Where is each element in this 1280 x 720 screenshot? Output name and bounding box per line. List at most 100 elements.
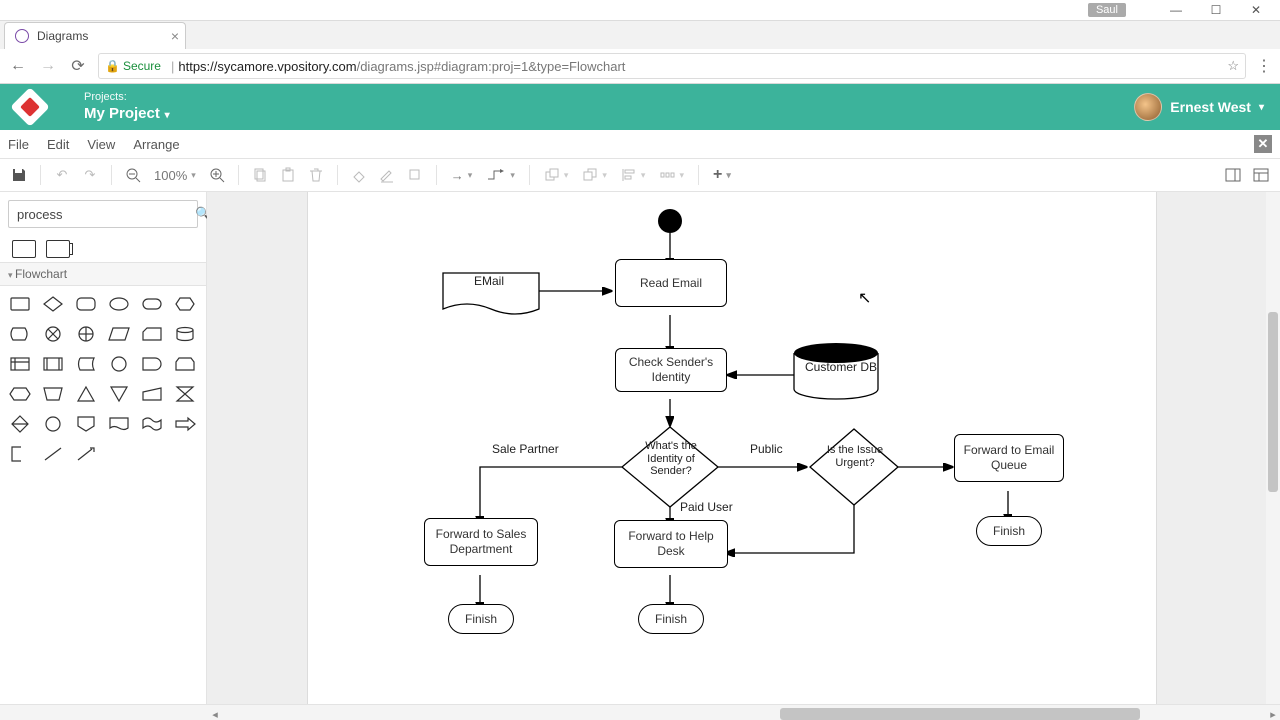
node-check-sender[interactable]: Check Sender's Identity bbox=[615, 348, 727, 392]
tab-close-icon[interactable]: × bbox=[171, 28, 179, 44]
horizontal-scrollbar[interactable]: ◂ ▸ bbox=[0, 704, 1280, 720]
nav-back-icon[interactable]: ← bbox=[8, 57, 28, 75]
waypoint-style-icon[interactable]: ▾ bbox=[482, 164, 519, 186]
chevron-down-icon: ▾ bbox=[1259, 102, 1264, 113]
category-flowchart[interactable]: Flowchart bbox=[0, 262, 206, 286]
zoom-level[interactable]: 100%▾ bbox=[150, 164, 200, 186]
shape-card[interactable] bbox=[140, 324, 164, 344]
shape-preparation[interactable] bbox=[8, 384, 32, 404]
shape-rounded[interactable] bbox=[74, 294, 98, 314]
save-icon[interactable] bbox=[8, 164, 30, 186]
shape-decision[interactable] bbox=[41, 294, 65, 314]
zoom-out-icon[interactable] bbox=[122, 164, 144, 186]
window-close-icon[interactable]: ✕ bbox=[1236, 0, 1276, 20]
shape-line[interactable] bbox=[41, 444, 65, 464]
shape-loop-limit[interactable] bbox=[173, 354, 197, 374]
shape-delay[interactable] bbox=[140, 354, 164, 374]
shape-circle[interactable] bbox=[41, 414, 65, 434]
menu-view[interactable]: View bbox=[87, 137, 115, 152]
window-maximize-icon[interactable]: ☐ bbox=[1196, 0, 1236, 20]
shadow-icon[interactable] bbox=[404, 164, 426, 186]
shape-offpage[interactable] bbox=[74, 414, 98, 434]
shape-rectangle[interactable] bbox=[8, 294, 32, 314]
user-menu[interactable]: Ernest West ▾ bbox=[1134, 93, 1264, 121]
shape-extract[interactable] bbox=[74, 384, 98, 404]
shape-hexagon[interactable] bbox=[173, 294, 197, 314]
diagram-canvas[interactable]: EMail Read Email Check Sender's Identity… bbox=[207, 192, 1280, 704]
copy-icon[interactable] bbox=[249, 164, 271, 186]
app-logo-icon[interactable] bbox=[10, 87, 50, 127]
line-color-icon[interactable] bbox=[376, 164, 398, 186]
window-minimize-icon[interactable]: — bbox=[1156, 0, 1196, 20]
node-finish-1[interactable]: Finish bbox=[448, 604, 514, 634]
to-front-icon[interactable]: ▾ bbox=[540, 164, 573, 186]
shape-manual-input[interactable] bbox=[140, 384, 164, 404]
shape-stored-data[interactable] bbox=[74, 354, 98, 374]
menu-file[interactable]: File bbox=[8, 137, 29, 152]
shape-predefined-process[interactable] bbox=[46, 240, 70, 258]
node-customer-db[interactable]: Customer DB bbox=[805, 360, 877, 374]
search-input[interactable] bbox=[15, 206, 195, 223]
shape-internal-storage[interactable] bbox=[8, 354, 32, 374]
node-urgent-decision[interactable]: Is the Issue Urgent? bbox=[824, 444, 886, 470]
url-path: /diagrams.jsp#diagram:proj=1&type=Flowch… bbox=[357, 59, 626, 74]
shape-annotation[interactable] bbox=[8, 444, 32, 464]
scroll-right-icon[interactable]: ▸ bbox=[1266, 708, 1280, 720]
chevron-down-icon: ▾ bbox=[191, 170, 196, 181]
connector-style-icon[interactable]: → ▾ bbox=[447, 164, 477, 186]
node-forward-helpdesk[interactable]: Forward to Help Desk bbox=[614, 520, 728, 568]
node-read-email[interactable]: Read Email bbox=[615, 259, 727, 307]
menu-edit[interactable]: Edit bbox=[47, 137, 69, 152]
shape-arrow[interactable] bbox=[173, 414, 197, 434]
undo-icon[interactable]: ↶ bbox=[51, 164, 73, 186]
shape-arrow-line[interactable] bbox=[74, 444, 98, 464]
url-field[interactable]: 🔒 Secure | https://sycamore.vpository.co… bbox=[98, 53, 1246, 79]
browser-tab[interactable]: Diagrams × bbox=[4, 22, 186, 49]
node-finish-2[interactable]: Finish bbox=[638, 604, 704, 634]
shape-sort[interactable] bbox=[8, 414, 32, 434]
menu-arrange[interactable]: Arrange bbox=[133, 137, 179, 152]
align-icon[interactable]: ▾ bbox=[617, 164, 650, 186]
lock-icon: 🔒 bbox=[105, 59, 120, 73]
shape-tape[interactable] bbox=[140, 414, 164, 434]
shape-merge[interactable] bbox=[107, 384, 131, 404]
insert-icon[interactable]: + ▾ bbox=[709, 164, 735, 186]
nav-reload-icon[interactable]: ⟳ bbox=[68, 56, 88, 76]
paste-icon[interactable] bbox=[277, 164, 299, 186]
node-email-doc[interactable]: EMail bbox=[474, 274, 504, 288]
fill-color-icon[interactable] bbox=[348, 164, 370, 186]
shape-terminator[interactable] bbox=[140, 294, 164, 314]
bookmark-star-icon[interactable]: ☆ bbox=[1227, 58, 1239, 74]
close-panel-icon[interactable]: ✕ bbox=[1254, 135, 1272, 153]
nav-forward-icon[interactable]: → bbox=[38, 57, 58, 75]
to-back-icon[interactable]: ▾ bbox=[578, 164, 611, 186]
node-forward-email-queue[interactable]: Forward to Email Queue bbox=[954, 434, 1064, 482]
delete-icon[interactable] bbox=[305, 164, 327, 186]
node-forward-sales[interactable]: Forward to Sales Department bbox=[424, 518, 538, 566]
node-finish-3[interactable]: Finish bbox=[976, 516, 1042, 546]
shape-search[interactable]: 🔍 bbox=[8, 200, 198, 228]
shape-summing[interactable] bbox=[41, 324, 65, 344]
vertical-scrollbar[interactable] bbox=[1266, 192, 1280, 704]
shape-display[interactable] bbox=[8, 324, 32, 344]
node-identity-decision[interactable]: What's the Identity of Sender? bbox=[640, 440, 702, 478]
zoom-in-icon[interactable] bbox=[206, 164, 228, 186]
project-selector[interactable]: Projects: My Project ▾ bbox=[84, 91, 170, 122]
shape-data[interactable] bbox=[107, 324, 131, 344]
shape-predefined[interactable] bbox=[41, 354, 65, 374]
shape-process[interactable] bbox=[12, 240, 36, 258]
shape-document[interactable] bbox=[107, 414, 131, 434]
browser-address-bar: ← → ⟳ 🔒 Secure | https://sycamore.vposit… bbox=[0, 49, 1280, 84]
redo-icon[interactable]: ↷ bbox=[79, 164, 101, 186]
distribute-icon[interactable]: ▾ bbox=[655, 164, 688, 186]
outline-panel-icon[interactable] bbox=[1250, 164, 1272, 186]
format-panel-icon[interactable] bbox=[1222, 164, 1244, 186]
shape-ellipse[interactable] bbox=[107, 294, 131, 314]
shape-database[interactable] bbox=[173, 324, 197, 344]
browser-menu-icon[interactable]: ⋮ bbox=[1256, 56, 1272, 76]
scroll-left-icon[interactable]: ◂ bbox=[208, 708, 222, 720]
shape-manual-op[interactable] bbox=[41, 384, 65, 404]
shape-connector[interactable] bbox=[107, 354, 131, 374]
shape-or[interactable] bbox=[74, 324, 98, 344]
shape-collate[interactable] bbox=[173, 384, 197, 404]
